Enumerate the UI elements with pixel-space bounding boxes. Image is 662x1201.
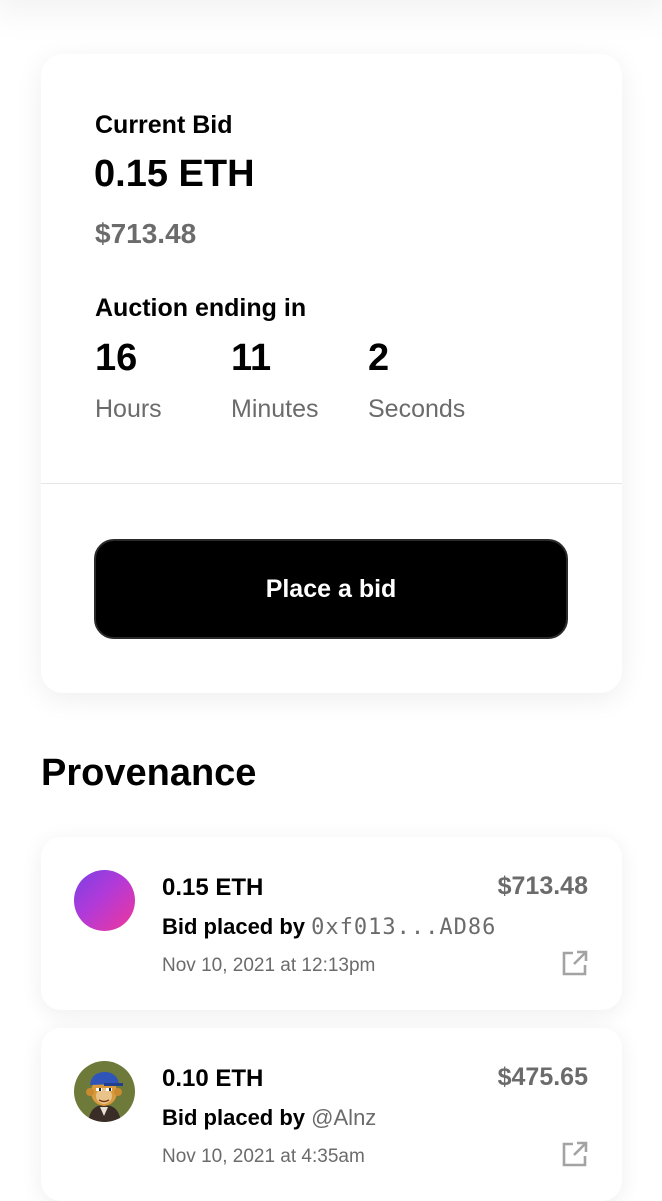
current-bid-usd: $713.48 bbox=[95, 218, 197, 249]
gradient-avatar bbox=[74, 870, 135, 931]
provenance-title: Provenance bbox=[41, 752, 257, 794]
countdown-minutes-value: 11 bbox=[231, 337, 272, 379]
external-link-icon[interactable] bbox=[560, 948, 590, 978]
bid-amount: 0.10 ETH bbox=[162, 1065, 264, 1092]
external-link-icon[interactable] bbox=[560, 1139, 590, 1169]
bidder-prefix: Bid placed by bbox=[162, 914, 306, 939]
bid-usd-value: $475.65 bbox=[497, 1063, 588, 1091]
bidder-line: Bid placed by 0xf013...AD86 bbox=[162, 914, 496, 940]
countdown-hours-unit: Hours bbox=[95, 395, 162, 423]
card-divider bbox=[41, 483, 622, 484]
countdown-minutes-unit: Minutes bbox=[231, 395, 319, 423]
provenance-item: 0.10 ETH $475.65 Bid placed by @Alnz Nov… bbox=[41, 1028, 622, 1201]
bid-card: Current Bid 0.15 ETH $713.48 Auction end… bbox=[41, 54, 622, 693]
countdown-hours: 16 Hours bbox=[95, 337, 162, 424]
countdown-hours-value: 16 bbox=[95, 337, 138, 379]
bid-date: Nov 10, 2021 at 4:35am bbox=[162, 1146, 365, 1167]
bidder-address-link[interactable]: 0xf013...AD86 bbox=[311, 915, 496, 940]
bid-date: Nov 10, 2021 at 12:13pm bbox=[162, 955, 376, 976]
countdown-seconds: 2 Seconds bbox=[368, 337, 465, 424]
bid-amount: 0.15 ETH bbox=[162, 874, 264, 901]
bid-usd-value: $713.48 bbox=[497, 872, 588, 900]
bidder-prefix: Bid placed by bbox=[162, 1105, 306, 1130]
countdown-seconds-value: 2 bbox=[368, 337, 390, 379]
countdown-seconds-unit: Seconds bbox=[368, 395, 466, 423]
countdown-minutes: 11 Minutes bbox=[231, 337, 319, 424]
current-bid-label: Current Bid bbox=[95, 111, 233, 139]
place-bid-button[interactable]: Place a bid bbox=[94, 539, 568, 639]
provenance-item: 0.15 ETH $713.48 Bid placed by 0xf013...… bbox=[41, 837, 622, 1010]
ape-avatar bbox=[74, 1061, 135, 1122]
auction-ending-label: Auction ending in bbox=[95, 294, 307, 322]
current-bid-eth: 0.15 ETH bbox=[94, 153, 255, 195]
bidder-handle-link[interactable]: @Alnz bbox=[311, 1105, 376, 1130]
bidder-line: Bid placed by @Alnz bbox=[162, 1105, 376, 1131]
